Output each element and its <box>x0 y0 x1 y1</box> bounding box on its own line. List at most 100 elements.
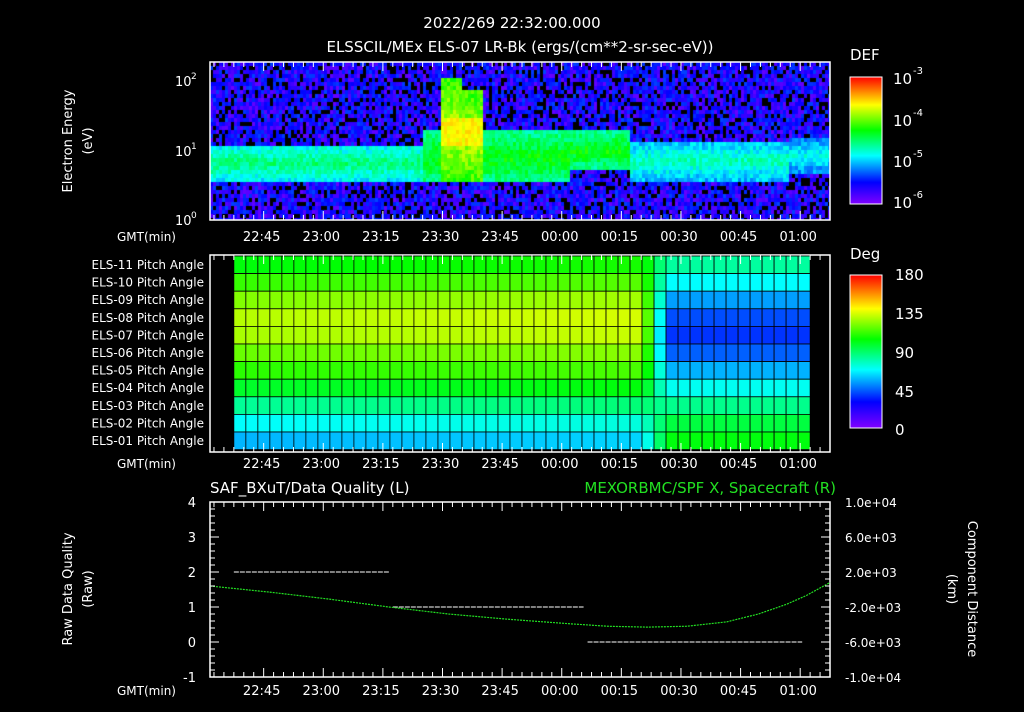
pitch-cell <box>737 273 751 292</box>
svg-text:10: 10 <box>175 145 192 160</box>
pitch-cell <box>461 413 475 433</box>
x-tick-label: 00:45 <box>720 684 757 699</box>
pitch-cell <box>737 378 751 398</box>
pitch-cell <box>341 255 355 275</box>
pitch-cell <box>353 343 367 363</box>
pitch-cell <box>389 325 403 345</box>
colorbar-def <box>849 76 883 205</box>
svg-text:10: 10 <box>893 112 912 130</box>
pitch-cell <box>293 396 307 415</box>
pitch-cell <box>665 255 679 275</box>
pitch-cell <box>581 308 595 327</box>
pitch-cell <box>581 378 595 398</box>
x-tick-label: 00:30 <box>660 457 697 472</box>
svg-text:10: 10 <box>893 70 912 88</box>
colorbar-deg-tick: 45 <box>895 383 914 401</box>
pitch-cell <box>353 378 367 398</box>
pitch-cell <box>269 378 283 398</box>
pitch-cell <box>665 325 679 345</box>
pitch-cell <box>593 325 607 345</box>
electron-spectrogram <box>210 62 830 220</box>
pitch-cell <box>605 273 619 292</box>
pitch-cell <box>293 290 307 310</box>
pitch-cell <box>269 343 283 363</box>
energy-tick-1: 10 0 <box>175 211 197 229</box>
pitch-cell <box>737 290 751 310</box>
pitch-cell <box>413 290 427 310</box>
pitch-cell <box>377 255 391 275</box>
pitch-cell <box>725 325 739 345</box>
pitch-cell <box>245 378 259 398</box>
pitch-cell <box>401 290 415 310</box>
pitch-cell <box>509 361 523 380</box>
pitch-cell <box>233 273 247 292</box>
pitch-cell <box>281 431 295 451</box>
pitch-cell <box>257 273 271 292</box>
pitch-cell <box>641 325 655 345</box>
pitch-cell <box>317 413 331 433</box>
pitch-cell <box>557 290 571 310</box>
pitch-cell <box>761 343 775 363</box>
pitch-cell <box>509 273 523 292</box>
pitch-cell <box>605 378 619 398</box>
pitch-cell <box>281 361 295 380</box>
pitch-cell <box>485 325 499 345</box>
pitch-cell <box>665 413 679 433</box>
pitch-cell <box>641 413 655 433</box>
pitch-cell <box>509 308 523 327</box>
pitch-cell <box>425 255 439 275</box>
pitch-cell <box>317 273 331 292</box>
pitch-cell <box>581 361 595 380</box>
pitch-cell <box>641 308 655 327</box>
row-label: ELS-11 Pitch Angle <box>92 258 204 272</box>
pitch-cell <box>521 378 535 398</box>
pitch-cell <box>593 396 607 415</box>
pitch-cell <box>665 290 679 310</box>
pitch-cell <box>581 273 595 292</box>
pitch-cell <box>437 396 451 415</box>
pitch-cell <box>665 308 679 327</box>
pitch-cell <box>749 308 763 327</box>
pitch-cell <box>749 361 763 380</box>
pitch-cell <box>293 273 307 292</box>
pitch-cell <box>677 325 691 345</box>
pitch-cell <box>569 308 583 327</box>
pitch-cell <box>533 396 547 415</box>
pitch-cell <box>629 273 643 292</box>
pitch-cell <box>437 413 451 433</box>
svg-text:0: 0 <box>191 211 197 221</box>
pitch-cell <box>701 325 715 345</box>
pitch-cell <box>281 413 295 433</box>
pitch-cell <box>593 343 607 363</box>
x-tick-label: 23:45 <box>481 457 518 472</box>
pitch-cell <box>305 273 319 292</box>
pitch-cell <box>797 273 811 292</box>
pitch-cell <box>545 413 559 433</box>
pitch-cell <box>701 378 715 398</box>
pitch-cell <box>317 343 331 363</box>
pitch-cell <box>533 273 547 292</box>
pitch-cell <box>725 308 739 327</box>
pitch-cell <box>437 308 451 327</box>
pitch-cell <box>497 343 511 363</box>
x-tick-label: 23:15 <box>362 230 399 245</box>
pitch-cell <box>377 290 391 310</box>
pitch-cell <box>293 431 307 451</box>
right-tick-label: -6.0e+03 <box>845 636 901 650</box>
pitch-cell <box>713 396 727 415</box>
right-tick-label: -2.0e+03 <box>845 601 901 615</box>
pitch-cell <box>785 413 799 433</box>
pitch-cell <box>341 361 355 380</box>
pitch-cell <box>533 325 547 345</box>
pitch-cell <box>509 431 523 451</box>
pitch-cell <box>797 308 811 327</box>
pitch-cell <box>629 378 643 398</box>
pitch-cell <box>761 431 775 451</box>
x-tick-label: 01:00 <box>779 230 816 245</box>
quality-title-right: MEXORBMC/SPF X, Spacecraft (R) <box>584 479 836 497</box>
pitch-cell <box>329 325 343 345</box>
pitch-cell <box>785 396 799 415</box>
row-label: ELS-08 Pitch Angle <box>92 311 204 325</box>
pitch-cell <box>293 325 307 345</box>
pitch-cell <box>389 290 403 310</box>
